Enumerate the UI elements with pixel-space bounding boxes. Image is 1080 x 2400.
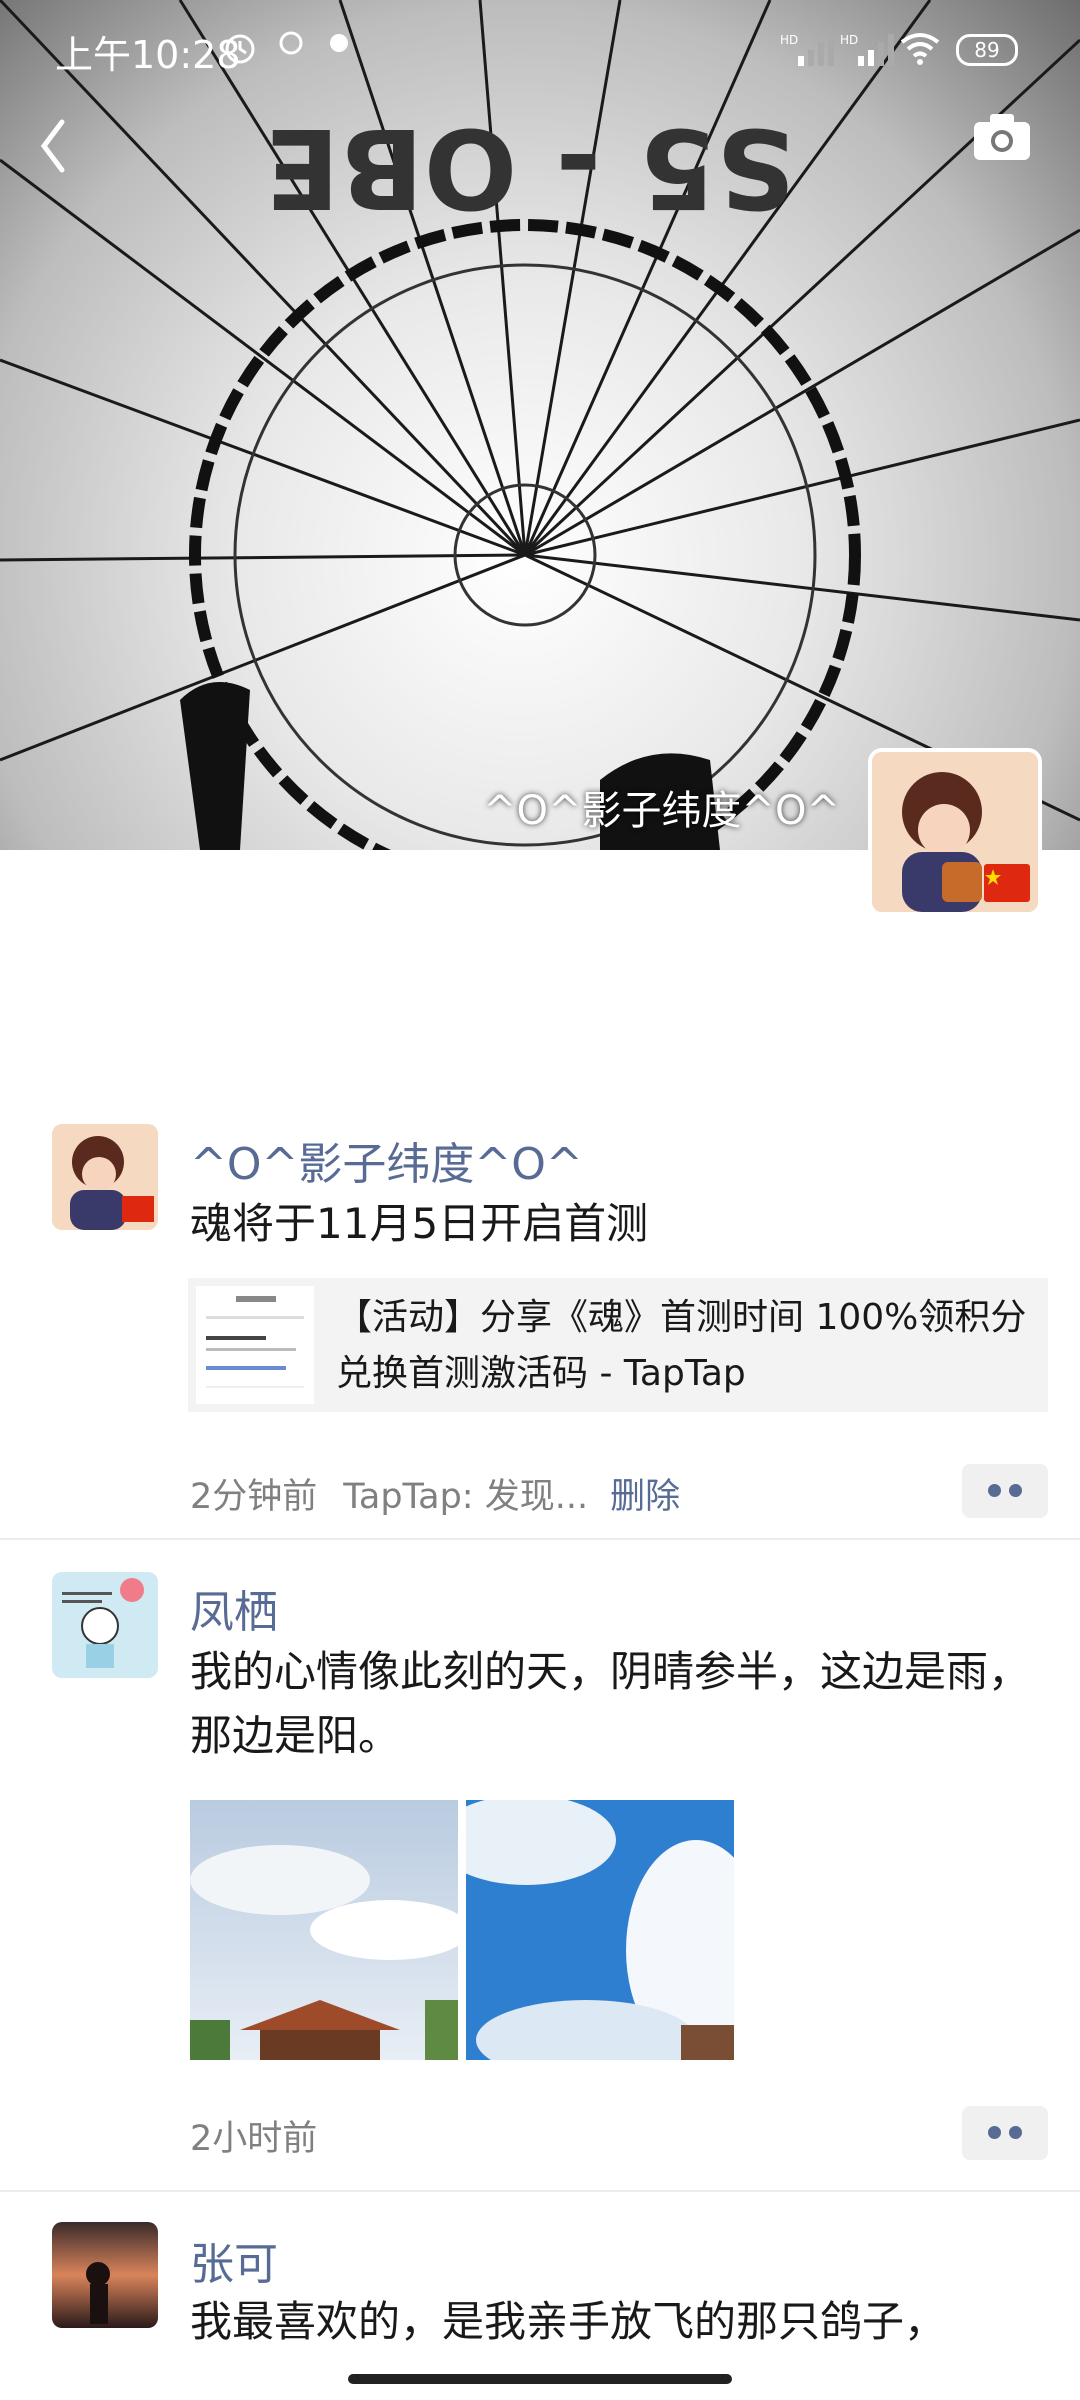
more-actions-button[interactable] [962, 2106, 1048, 2160]
post-meta: 2分钟前 TapTap: 发现... 删除 [190, 1468, 680, 1519]
signal-icon-2: HD [840, 33, 894, 66]
profile-avatar[interactable] [868, 748, 1042, 916]
post-source[interactable]: TapTap: 发现... [343, 1477, 588, 1517]
delete-link[interactable]: 删除 [610, 1477, 680, 1517]
post-time: 2小时前 [190, 2119, 318, 2159]
post-time: 2分钟前 [190, 1477, 318, 1517]
post-text: 魂将于11月5日开启首测 [190, 1199, 649, 1248]
post-author[interactable]: ^O^影子纬度^O^ [190, 1128, 583, 1192]
link-title: 【活动】分享《魂》首测时间 100%领积分兑换首测激活码 - TapTap [336, 1297, 1027, 1394]
divider [0, 1538, 1080, 1540]
back-icon[interactable] [30, 110, 80, 180]
clock: 上午10:28 [55, 33, 241, 77]
app-notification-icon [279, 31, 303, 55]
post-photo[interactable] [466, 1800, 734, 2060]
post-author[interactable]: 张可 [190, 2228, 278, 2292]
post-meta: 2小时前 [190, 2110, 317, 2161]
post-avatar[interactable] [52, 2222, 158, 2328]
more-actions-button[interactable] [962, 1464, 1048, 1518]
post-author[interactable]: 凤栖 [190, 1576, 278, 1640]
camera-icon[interactable] [972, 112, 1032, 162]
post-text: 我的心情像此刻的天，阴晴参半，这边是雨，那边是阳。 [190, 1647, 1031, 1760]
cover-photo[interactable]: S5 - OBE [0, 0, 1080, 850]
svg-text:HD: HD [780, 33, 798, 47]
post-photo[interactable] [190, 1800, 458, 2060]
signal-icon: HD [780, 33, 834, 66]
divider [0, 2190, 1080, 2192]
balloon-lettering: S5 - OBE [265, 104, 796, 232]
cover-username[interactable]: ^O^影子纬度^O^ [483, 778, 840, 836]
svg-text:HD: HD [840, 33, 858, 47]
balloon-graphic: S5 - OBE [0, 0, 1080, 850]
post-avatar[interactable] [52, 1572, 158, 1678]
home-indicator[interactable] [348, 2374, 732, 2384]
dot-icon [1009, 1484, 1022, 1497]
post-avatar[interactable] [52, 1124, 158, 1230]
alarm-icon [225, 34, 255, 64]
status-bar: 上午10:28 HD HD 89 [0, 0, 1080, 100]
app-notification-icon-2 [330, 34, 348, 52]
dot-icon [1009, 2126, 1022, 2139]
post-text: 我最喜欢的，是我亲手放飞的那只鸽子， [190, 2297, 947, 2346]
wifi-icon [900, 33, 940, 65]
dot-icon [988, 2126, 1001, 2139]
dot-icon [988, 1484, 1001, 1497]
china-flag-icon [984, 864, 1030, 902]
link-thumbnail [196, 1286, 314, 1404]
battery-indicator: 89 [956, 34, 1018, 66]
shared-link-card[interactable]: 【活动】分享《魂》首测时间 100%领积分兑换首测激活码 - TapTap [188, 1278, 1048, 1412]
